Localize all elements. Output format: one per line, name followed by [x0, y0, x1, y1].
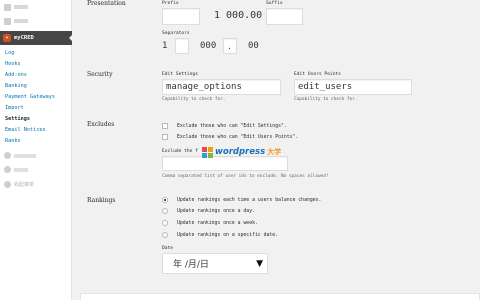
collapse-icon [4, 181, 11, 188]
security-label: Security [87, 71, 113, 78]
exclude-edit-settings-label: Exclude those who can "Edit Settings". [177, 124, 287, 129]
sidebar-item-label: myCRED [14, 35, 34, 41]
watermark-cn: 大学 [267, 148, 282, 156]
tools-icon [4, 3, 11, 11]
prefix-input[interactable] [162, 8, 200, 25]
separator-one: 1 [162, 41, 168, 51]
submenu-payment-gateways[interactable]: Payment Gateways [0, 92, 72, 103]
edit-settings-input[interactable]: manage_options [162, 79, 281, 95]
submenu-log[interactable]: Log [0, 48, 72, 59]
rankings-option-label: Update rankings on a specific date. [177, 233, 279, 238]
exclude-edit-settings-checkbox[interactable] [162, 123, 168, 129]
chevron-down-icon[interactable]: ▼ [256, 259, 263, 269]
rankings-radio-balance-change[interactable] [162, 197, 168, 203]
submenu-email-notices[interactable]: Email Notices [0, 124, 72, 135]
presentation-label: Presentation [87, 0, 126, 7]
rankings-option-label: Update rankings once a week. [177, 221, 258, 226]
blurred-label [14, 153, 36, 158]
edit-users-points-description: Capability to check for. [294, 97, 358, 102]
rankings-option-label: Update rankings each time a users balanc… [177, 198, 322, 203]
sidebar-item-plugin-b[interactable] [0, 163, 72, 176]
blurred-label [14, 167, 28, 172]
edit-settings-description: Capability to check for. [162, 97, 226, 102]
next-section-card [80, 293, 480, 300]
submenu-import[interactable]: Import [0, 102, 72, 113]
plugin-icon [4, 152, 11, 159]
submenu-add-ons[interactable]: Add-ons [0, 70, 72, 81]
excludes-label: Excludes [87, 121, 115, 128]
rankings-option-label: Update rankings once a day. [177, 209, 255, 214]
date-input[interactable]: 年 /月/日 ▼ [162, 253, 268, 274]
rankings-radio-specific-date[interactable] [162, 232, 168, 238]
sidebar-item-tools[interactable]: 工具 [0, 0, 72, 14]
date-placeholder: 年 /月/日 [173, 260, 209, 270]
suffix-label: Suffix [266, 1, 283, 6]
suffix-input[interactable] [266, 8, 303, 25]
thousands-separator-input[interactable] [175, 38, 189, 54]
collapse-menu-button[interactable]: 收起菜单 [0, 178, 72, 191]
decimal-separator-input[interactable]: . [223, 38, 237, 54]
exclude-list-label: Exclude the f [162, 149, 198, 154]
mycred-logo-icon: ✶ [3, 34, 11, 42]
exclude-edit-users-checkbox[interactable] [162, 134, 168, 140]
sidebar-item-settings-top[interactable]: 设置 [0, 14, 72, 28]
sidebar-item-label: 设置 [14, 19, 28, 23]
watermark-brand: wordpress [215, 147, 266, 157]
separator-zeros: 000 [200, 41, 217, 51]
prefix-label: Prefix [162, 1, 179, 6]
rankings-radio-daily[interactable] [162, 208, 168, 214]
edit-settings-label: Edit Settings [162, 72, 198, 77]
settings-main: Presentation Prefix 1 000.00 Suffix Sepa… [72, 0, 480, 300]
exclude-edit-users-label: Exclude those who can "Edit Users Points… [177, 135, 299, 140]
mycred-submenu: Log Hooks Add-ons Banking Payment Gatewa… [0, 48, 72, 146]
exclude-list-input[interactable] [162, 156, 288, 171]
rankings-label: Rankings [87, 197, 116, 204]
submenu-ranks[interactable]: Ranks [0, 135, 72, 146]
separator-decimals: 00 [248, 41, 259, 51]
wordpress-daxue-watermark: wordpress 大学 [202, 146, 281, 158]
date-label: Date [162, 246, 174, 251]
submenu-banking[interactable]: Banking [0, 81, 72, 92]
plugin-icon [4, 166, 11, 173]
exclude-list-description: Comma separated list of user ids to excl… [162, 174, 329, 179]
sidebar-item-mycred[interactable]: ✶ myCRED [0, 31, 73, 45]
admin-sidebar: 工具 设置 ✶ myCRED Log Hooks Add-ons Banking… [0, 0, 73, 300]
submenu-settings[interactable]: Settings [0, 113, 72, 124]
amount-preview: 1 000.00 [214, 10, 263, 21]
watermark-logo-icon [202, 146, 213, 158]
sidebar-item-label: 工具 [14, 5, 28, 9]
separators-label: Separators [162, 31, 190, 36]
submenu-hooks[interactable]: Hooks [0, 59, 72, 70]
settings-icon [4, 17, 11, 25]
collapse-menu-label: 收起菜单 [14, 182, 35, 188]
sidebar-item-plugin-a[interactable] [0, 149, 72, 162]
edit-users-points-input[interactable]: edit_users [294, 79, 412, 95]
rankings-radio-weekly[interactable] [162, 220, 168, 226]
edit-users-points-label: Edit Users Points [294, 72, 342, 77]
